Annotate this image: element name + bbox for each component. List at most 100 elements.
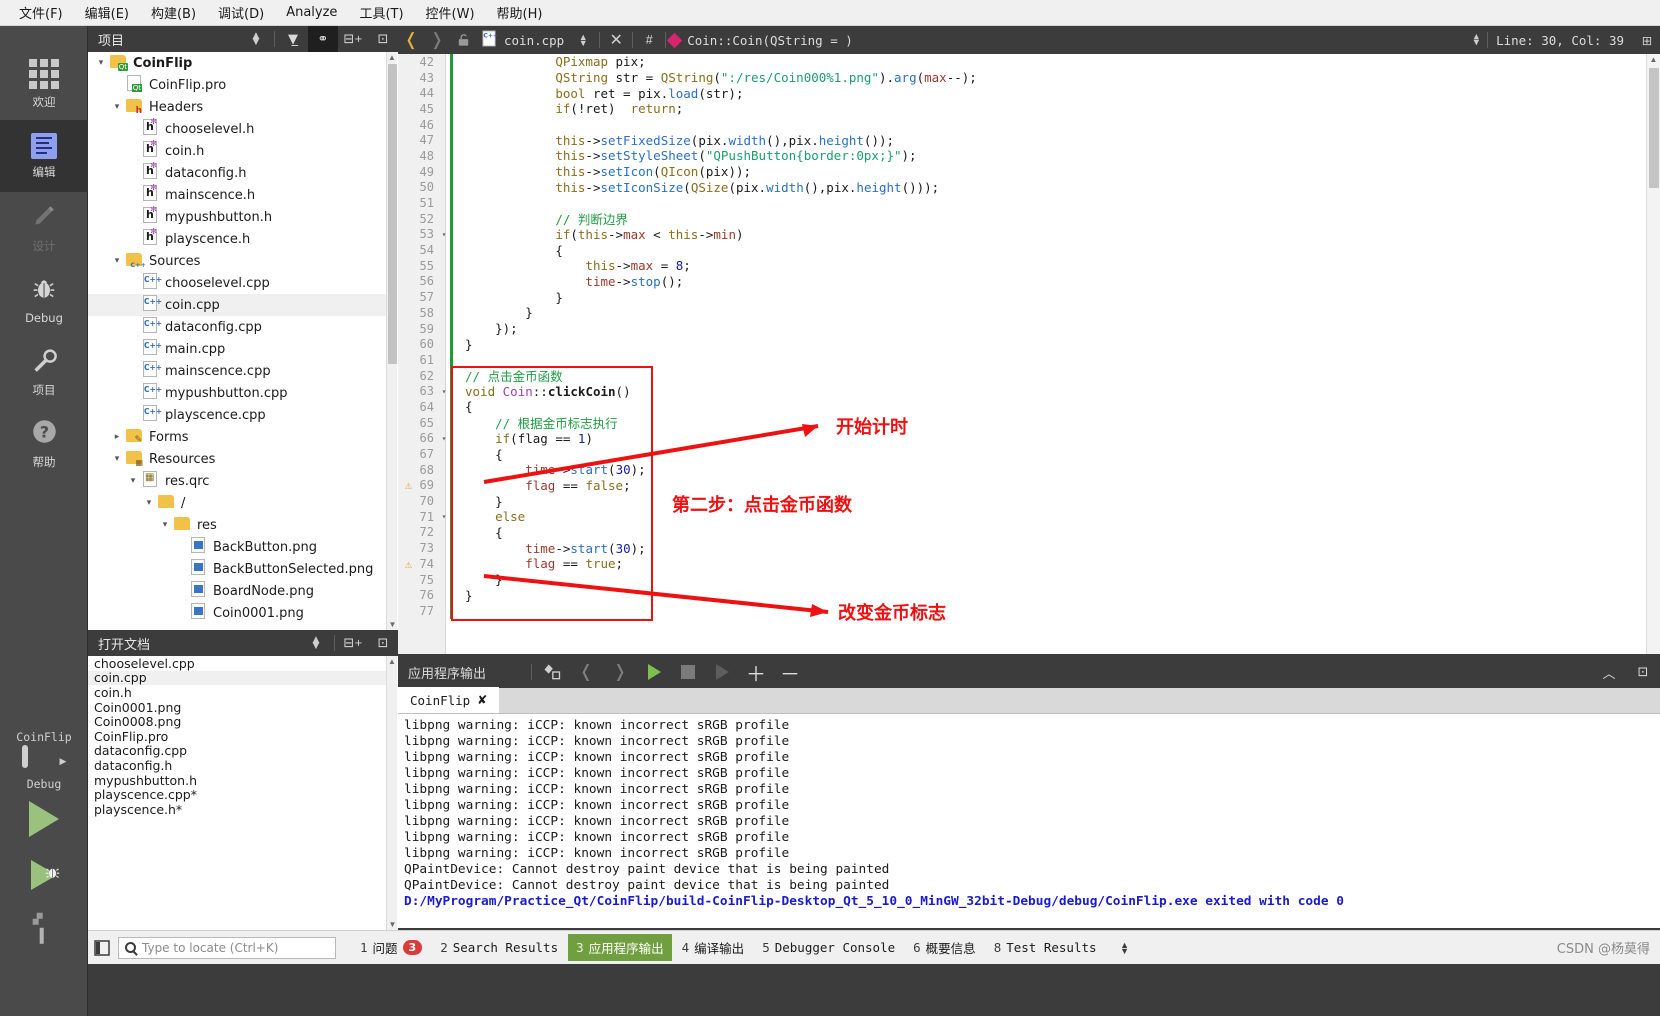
maximize-output-icon[interactable]: ︿ <box>1592 656 1626 688</box>
open-document-item[interactable]: chooselevel.cpp <box>88 656 386 671</box>
tree-item[interactable]: dataconfig.cpp <box>88 316 386 338</box>
line-col-arrows[interactable]: ▲ ▼ <box>1474 33 1479 48</box>
tree-expander[interactable]: ▾ <box>158 520 172 530</box>
status-tab[interactable]: 6 概要信息 <box>905 934 984 961</box>
close-output-icon[interactable]: ⊡ <box>1626 656 1660 688</box>
lock-icon[interactable] <box>450 26 476 54</box>
menu-item-analyze[interactable]: Analyze <box>275 2 348 23</box>
project-tree[interactable]: ▾ CoinFlip CoinFlip.pro ▾ Headers chooselevel… <box>88 52 386 630</box>
open-document-item[interactable]: Coin0001.png <box>88 700 386 715</box>
tree-item[interactable]: ▾ Headers <box>88 96 386 118</box>
code-editor[interactable]: 42 QPixmap pix; 43 QString str = QString(… <box>398 54 1660 654</box>
output-link-line[interactable]: D:/MyProgram/Practice_Qt/CoinFlip/build-… <box>402 894 1660 910</box>
code-line[interactable]: 47 this->setFixedSize(pix.width(),pix.he… <box>398 132 1638 149</box>
menu-item-file[interactable]: 文件(F) <box>8 0 74 25</box>
tree-item[interactable]: ▾ CoinFlip <box>88 52 386 74</box>
current-file-chip[interactable]: C++ coin.cpp <box>476 30 570 50</box>
run-output-icon[interactable] <box>637 656 671 688</box>
locator-input[interactable]: Type to locate (Ctrl+K) <box>118 936 336 959</box>
mode-debug[interactable]: Debug <box>0 264 88 336</box>
code-line[interactable]: 46 <box>398 116 1638 133</box>
open-document-item[interactable]: playscence.cpp* <box>88 787 386 802</box>
docs-scroll-up-arrow[interactable]: ▲ <box>387 656 397 667</box>
code-line[interactable]: 70 } <box>398 493 1638 509</box>
code-line[interactable]: 61 <box>398 352 1638 368</box>
tree-item[interactable]: mypushbutton.cpp <box>88 382 386 404</box>
scroll-thumb[interactable] <box>388 64 397 364</box>
fold-marker[interactable]: ▾ <box>438 230 450 239</box>
kit-selector[interactable]: CoinFlip ▶ Debug <box>0 726 88 791</box>
output-tab-coinflip[interactable]: CoinFlip ✘ <box>398 687 499 713</box>
code-line[interactable]: 53 ▾ if(this->max < this->min) <box>398 226 1638 243</box>
open-document-item[interactable]: CoinFlip.pro <box>88 729 386 744</box>
tree-item[interactable]: mypushbutton.h <box>88 205 386 228</box>
code-line[interactable]: 68 time->start(30); <box>398 461 1638 478</box>
prev-item-icon[interactable]: ❬ <box>569 656 603 688</box>
code-line[interactable]: 72 { <box>398 524 1638 541</box>
tree-item[interactable]: ▸ Forms <box>88 426 386 448</box>
code-line[interactable]: 73 time->start(30); <box>398 540 1638 556</box>
line-column-indicator[interactable]: ▲ ▼ Line: 30, Col: 39 <box>1474 32 1634 48</box>
tree-item[interactable]: coin.h <box>88 139 386 162</box>
docs-view-chooser-button[interactable]: ▲ ▼ <box>301 630 331 656</box>
code-line[interactable]: 67 { <box>398 446 1638 462</box>
code-line[interactable]: 56 time->stop(); <box>398 273 1638 290</box>
code-line[interactable]: 50 this->setIconSize(QSize(pix.width(),p… <box>398 179 1638 196</box>
project-tree-scrollbar[interactable]: ▲ ▼ <box>386 52 397 630</box>
nav-back-button[interactable]: ❬ <box>398 26 424 54</box>
tree-expander[interactable]: ▾ <box>110 454 124 464</box>
open-document-item[interactable]: mypushbutton.h <box>88 773 386 788</box>
code-lines[interactable]: 42 QPixmap pix; 43 QString str = QString(… <box>398 54 1638 654</box>
docs-scroll-down-arrow[interactable]: ▼ <box>387 919 398 930</box>
increase-font-icon[interactable]: ＋ <box>739 656 773 688</box>
status-tab[interactable]: 5 Debugger Console <box>754 936 903 959</box>
code-line[interactable]: 60} <box>398 336 1638 353</box>
build-button[interactable] <box>0 903 88 959</box>
code-line[interactable]: 71 ▾ else <box>398 508 1638 525</box>
clean-output-icon[interactable] <box>535 656 569 688</box>
scroll-up-arrow[interactable]: ▲ <box>387 52 397 63</box>
tree-expander[interactable]: ▸ <box>110 432 124 442</box>
scroll-down-arrow[interactable]: ▼ <box>387 619 398 630</box>
open-document-item[interactable]: coin.cpp <box>88 670 386 685</box>
code-line[interactable]: 48 this->setStyleSheet("QPushButton{bord… <box>398 148 1638 164</box>
menu-item-debug[interactable]: 调试(D) <box>207 0 275 25</box>
fold-marker[interactable]: ▾ <box>438 434 450 443</box>
tree-expander[interactable]: ▾ <box>110 256 124 266</box>
filter-icon[interactable]: ▼̲ <box>278 26 308 52</box>
tree-item[interactable]: Coin0001.png <box>88 602 386 624</box>
status-tab[interactable]: 3 应用程序输出 <box>568 934 672 961</box>
tree-item[interactable]: BackButtonSelected.png <box>88 558 386 580</box>
tree-item[interactable]: ▾ / <box>88 492 386 514</box>
open-document-item[interactable]: dataconfig.cpp <box>88 743 386 758</box>
tree-item[interactable]: chooselevel.cpp <box>88 272 386 294</box>
code-line[interactable]: 52 // 判断边界 <box>398 210 1638 227</box>
debug-output-icon[interactable] <box>705 656 739 688</box>
tree-item[interactable]: coin.cpp <box>88 294 386 316</box>
docs-close-icon[interactable]: ⊡ <box>368 630 398 656</box>
start-debugging-button[interactable] <box>0 847 88 903</box>
tree-item[interactable]: dataconfig.h <box>88 161 386 184</box>
tree-expander[interactable]: ▾ <box>126 476 140 486</box>
fold-marker[interactable]: ▾ <box>438 512 450 521</box>
open-document-item[interactable]: coin.h <box>88 685 386 700</box>
menu-item-build[interactable]: 构建(B) <box>140 0 207 25</box>
code-line[interactable]: 58 } <box>398 305 1638 321</box>
close-file-icon[interactable]: ✕ <box>603 26 629 54</box>
mode-welcome[interactable]: 欢迎 <box>0 48 88 120</box>
stop-output-icon[interactable] <box>671 656 705 688</box>
split-icon[interactable]: ⊟ + <box>338 26 368 52</box>
tree-item[interactable]: mainscence.cpp <box>88 360 386 382</box>
menu-item-help[interactable]: 帮助(H) <box>486 0 554 25</box>
tree-expander[interactable]: ▾ <box>110 102 124 112</box>
mode-projects[interactable]: 项目 <box>0 336 88 408</box>
tree-expander[interactable]: ▾ <box>94 58 108 68</box>
docs-split-icon[interactable]: ⊟ + <box>338 630 368 656</box>
code-line[interactable]: 77 <box>398 603 1638 619</box>
application-output-text[interactable]: libpng warning: iCCP: known incorrect sR… <box>398 714 1660 928</box>
code-line[interactable]: 62 // 点击金币函数 <box>398 367 1638 384</box>
code-line[interactable]: 44 bool ret = pix.load(str); <box>398 85 1638 102</box>
code-line[interactable]: 42 QPixmap pix; <box>398 54 1638 70</box>
tree-item[interactable]: ▾ Resources <box>88 448 386 470</box>
link-with-editor-icon[interactable]: ⚭ <box>308 26 338 52</box>
